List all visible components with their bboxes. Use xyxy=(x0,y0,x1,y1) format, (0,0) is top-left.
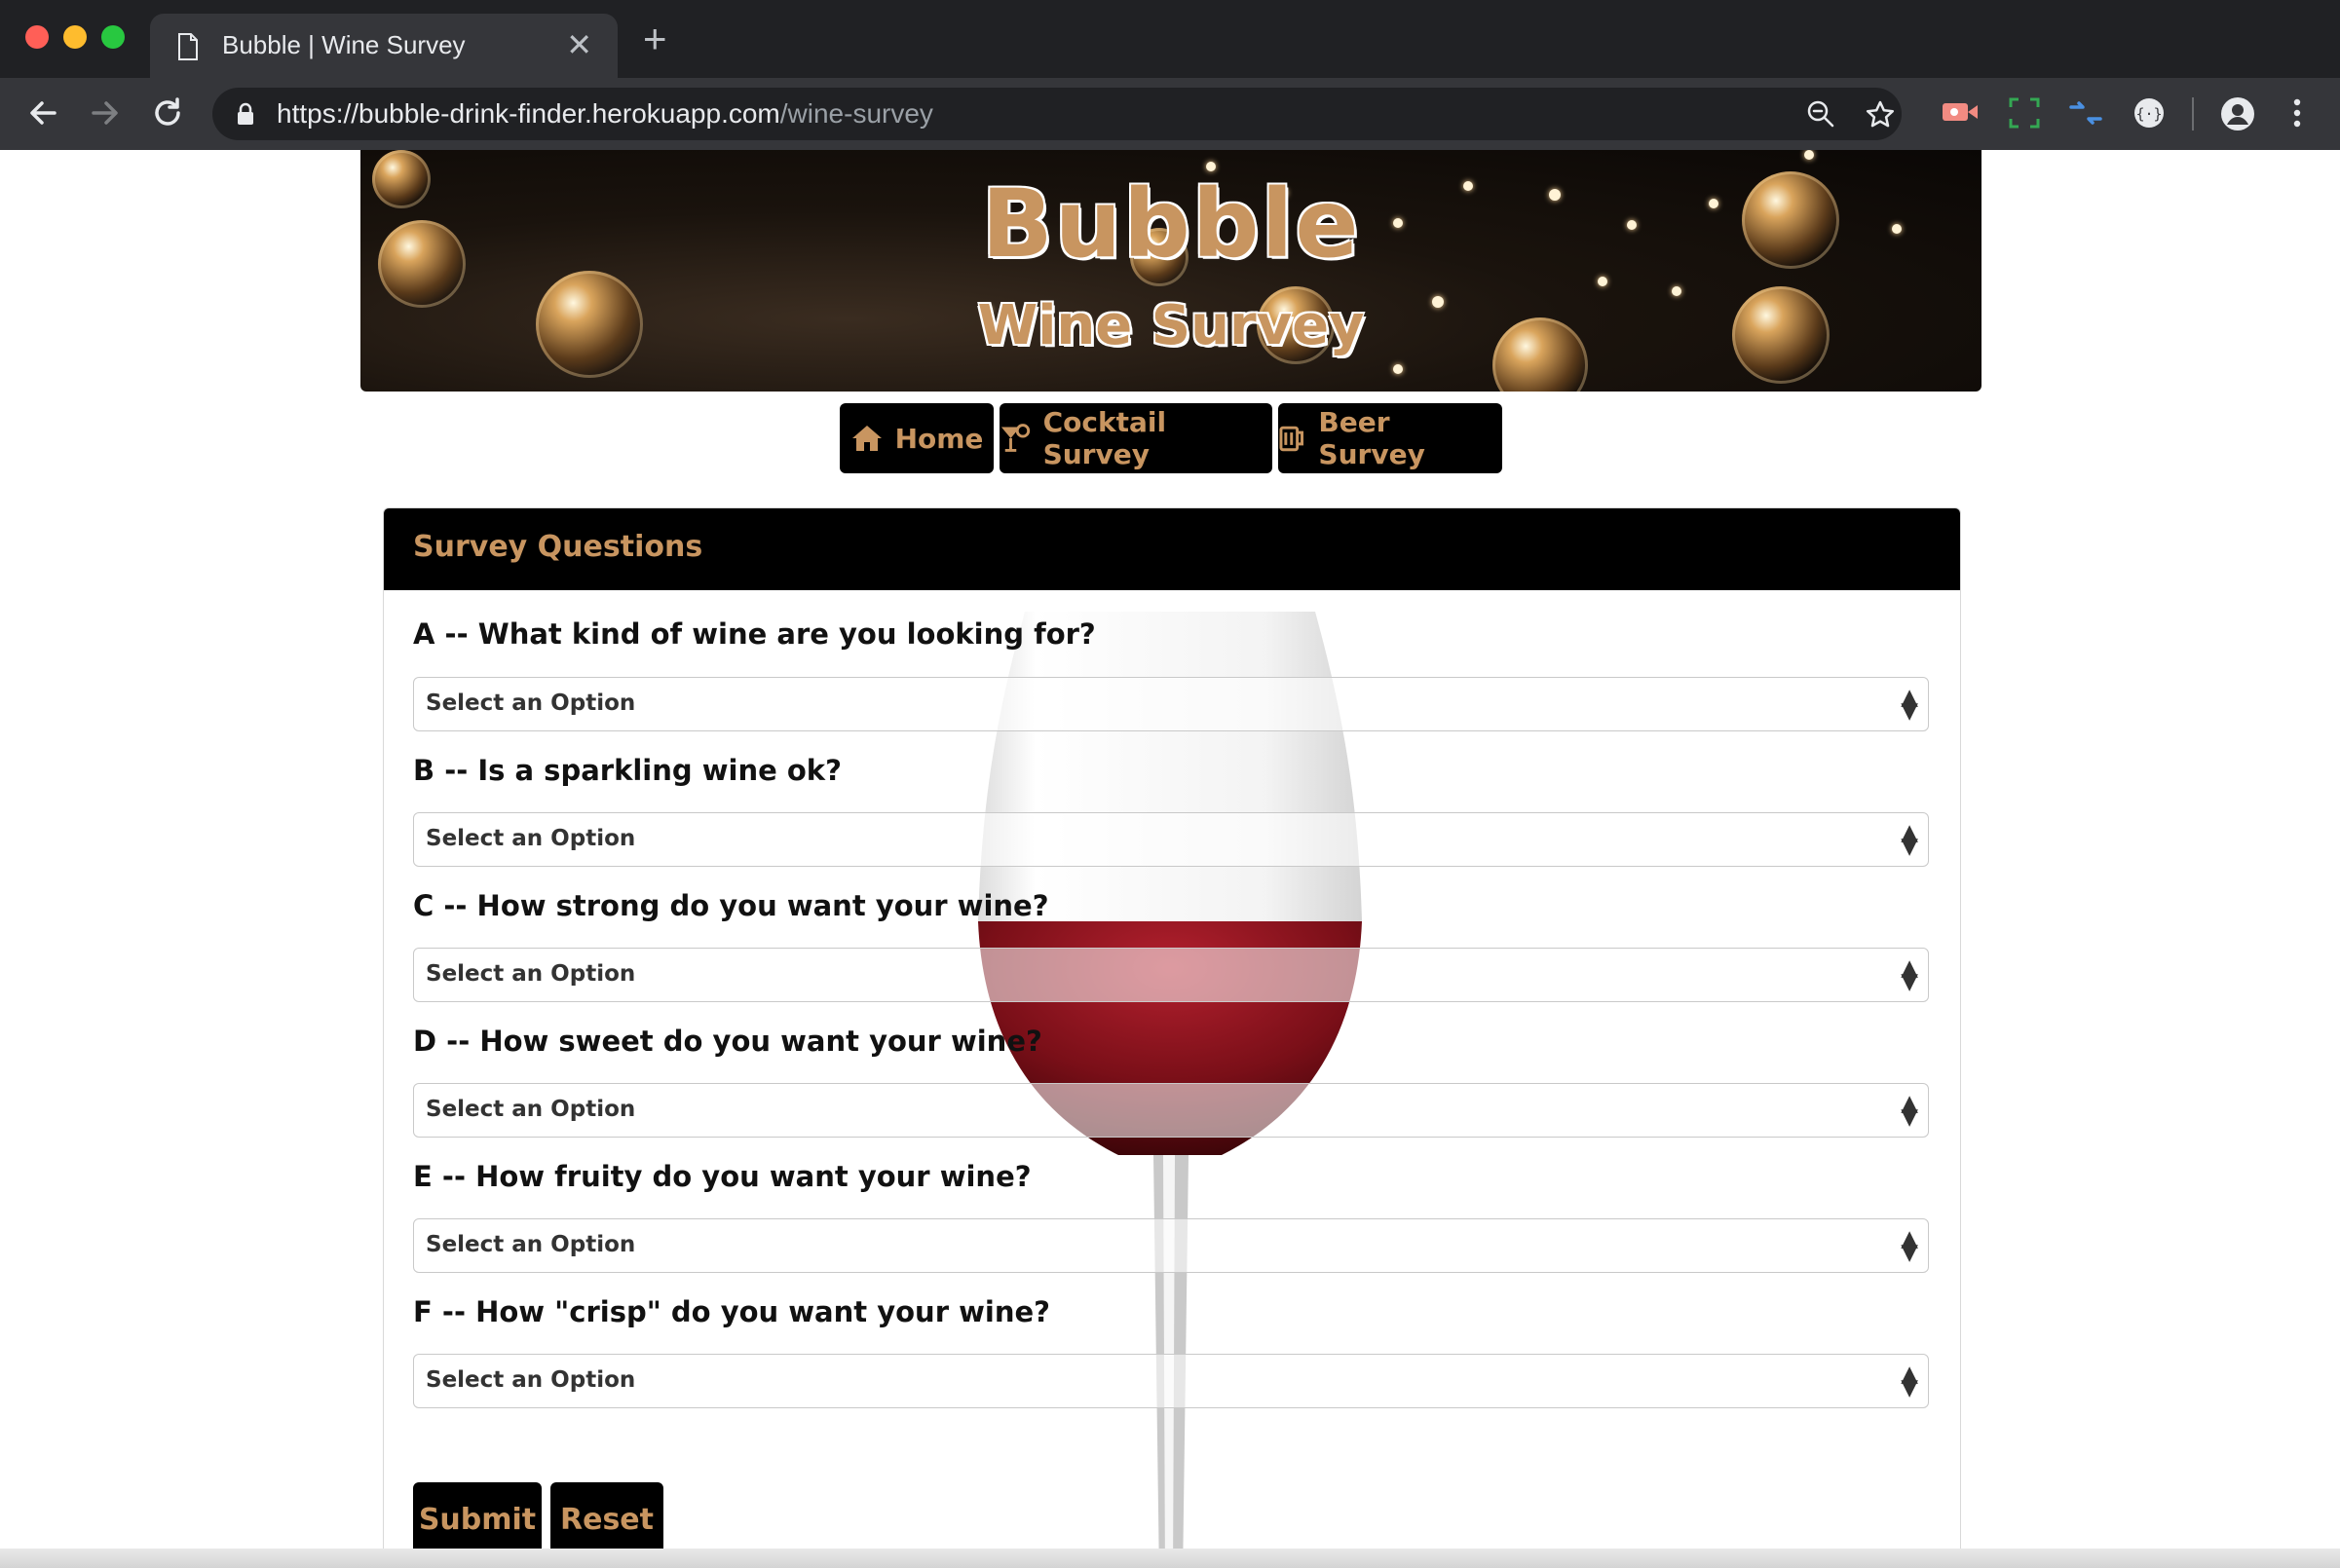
brand-subtitle: Wine Survey xyxy=(977,294,1365,357)
nav-home-button[interactable]: Home xyxy=(840,403,994,473)
toolbar-divider xyxy=(2192,97,2194,131)
maximize-window-icon[interactable] xyxy=(101,25,125,49)
select-arrows-icon: ▲ ▼ xyxy=(1901,1362,1918,1400)
home-icon xyxy=(851,426,882,451)
question-f-select-value: Select an Option xyxy=(426,1367,636,1393)
question-e-select-value: Select an Option xyxy=(426,1232,636,1257)
select-arrows-icon: ▲ ▼ xyxy=(1901,955,1918,994)
survey-header-title: Survey Questions xyxy=(413,530,703,564)
nav-cocktail-button[interactable]: Cocktail Survey xyxy=(1000,403,1272,473)
nav-home-label: Home xyxy=(894,422,984,455)
nav-beer-label: Beer Survey xyxy=(1318,406,1425,470)
sparkle-dot xyxy=(1393,364,1403,374)
brand-title: Bubble xyxy=(981,169,1361,279)
zoom-icon[interactable] xyxy=(1806,99,1835,129)
select-arrows-icon: ▲ ▼ xyxy=(1901,1091,1918,1130)
menu-kebab-icon[interactable] xyxy=(2285,95,2309,131)
bookmark-star-icon[interactable] xyxy=(1865,99,1896,131)
question-b-select-value: Select an Option xyxy=(426,826,636,851)
tab-title: Bubble | Wine Survey xyxy=(222,30,466,59)
question-e-select[interactable]: Select an Option ▲ ▼ xyxy=(413,1218,1929,1273)
hero-banner: Bubble Wine Survey xyxy=(360,150,1981,392)
browser-tab[interactable]: Bubble | Wine Survey ✕ xyxy=(150,14,618,78)
forward-arrow-icon[interactable] xyxy=(88,95,123,131)
page-viewport: Bubble Wine Survey Home Cocktail Survey … xyxy=(0,150,2340,1568)
question-d-label: D -- How sweet do you want your wine? xyxy=(413,1025,1042,1058)
page-icon xyxy=(178,33,198,60)
sparkle-dot xyxy=(1804,150,1814,160)
address-bar[interactable]: https://bubble-drink-finder.herokuapp.co… xyxy=(212,88,1902,140)
window-bottom-edge xyxy=(0,1549,2340,1568)
survey-card-header: Survey Questions xyxy=(384,508,1960,590)
question-c-select[interactable]: Select an Option ▲ ▼ xyxy=(413,948,1929,1002)
question-a-select-value: Select an Option xyxy=(426,691,636,716)
nav-beer-button[interactable]: Beer Survey xyxy=(1278,403,1502,473)
question-c-select-value: Select an Option xyxy=(426,961,636,987)
select-arrows-icon: ▲ ▼ xyxy=(1901,1226,1918,1265)
select-arrows-icon: ▲ ▼ xyxy=(1901,820,1918,859)
lock-icon xyxy=(238,102,253,125)
question-b-select[interactable]: Select an Option ▲ ▼ xyxy=(413,812,1929,867)
translate-extension-icon[interactable] xyxy=(2067,95,2104,131)
code-extension-icon[interactable]: {·} xyxy=(2132,95,2167,131)
question-e-label: E -- How fruity do you want your wine? xyxy=(413,1160,1032,1193)
browser-toolbar: https://bubble-drink-finder.herokuapp.co… xyxy=(0,78,2340,151)
question-a-select[interactable]: Select an Option ▲ ▼ xyxy=(413,677,1929,731)
beer-mug-icon xyxy=(1279,426,1303,452)
svg-text:{·}: {·} xyxy=(2135,105,2162,123)
reload-icon[interactable] xyxy=(150,95,185,131)
question-a-label: A -- What kind of wine are you looking f… xyxy=(413,617,1096,651)
minimize-window-icon[interactable] xyxy=(63,25,87,49)
cocktail-icon xyxy=(1000,424,1031,452)
url-path: /wine-survey xyxy=(779,98,933,129)
video-extension-icon[interactable] xyxy=(1941,95,1980,129)
profile-avatar-icon[interactable] xyxy=(2219,95,2256,132)
question-d-select-value: Select an Option xyxy=(426,1097,636,1122)
screenshot-extension-icon[interactable] xyxy=(2007,95,2042,131)
browser-titlebar: Bubble | Wine Survey ✕ + xyxy=(0,0,2340,78)
close-window-icon[interactable] xyxy=(25,25,49,49)
new-tab-button[interactable]: + xyxy=(643,18,667,60)
submit-button[interactable]: Submit xyxy=(413,1482,542,1556)
question-b-label: B -- Is a sparkling wine ok? xyxy=(413,754,842,787)
back-arrow-icon[interactable] xyxy=(25,95,60,131)
nav-cocktail-label: Cocktail Survey xyxy=(1042,406,1167,470)
question-f-label: F -- How "crisp" do you want your wine? xyxy=(413,1295,1050,1328)
survey-card: Survey Questions A -- What kind of wine … xyxy=(383,507,1961,1568)
reset-button[interactable]: Reset xyxy=(550,1482,663,1556)
url-text[interactable]: https://bubble-drink-finder.herokuapp.co… xyxy=(277,98,933,130)
question-f-select[interactable]: Select an Option ▲ ▼ xyxy=(413,1354,1929,1408)
question-c-label: C -- How strong do you want your wine? xyxy=(413,889,1049,922)
url-host: https://bubble-drink-finder.herokuapp.co… xyxy=(277,98,780,129)
wine-glass-illustration xyxy=(978,612,1362,1568)
tab-close-icon[interactable]: ✕ xyxy=(566,27,592,62)
question-d-select[interactable]: Select an Option ▲ ▼ xyxy=(413,1083,1929,1138)
select-arrows-icon: ▲ ▼ xyxy=(1901,685,1918,724)
